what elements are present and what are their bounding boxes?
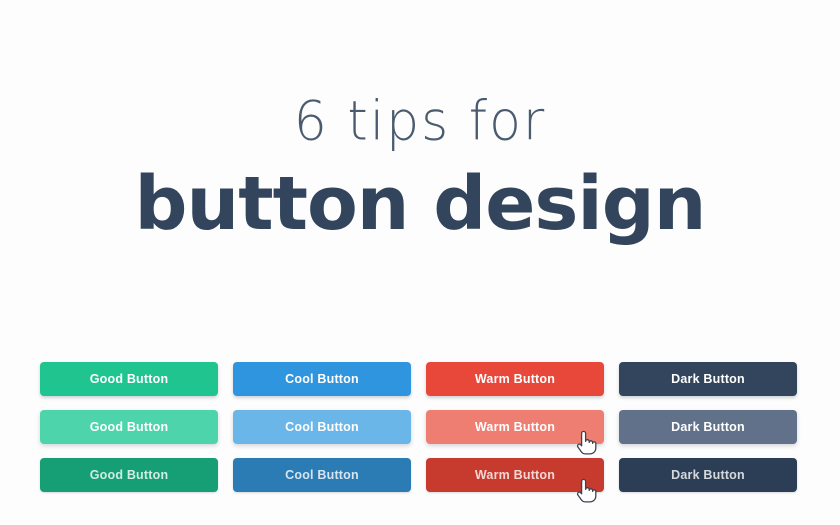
button-cell-cool-normal: Cool Button [233, 362, 411, 396]
button-cell-good-hover: Good Button [40, 410, 218, 444]
cool-button-label: Cool Button [285, 420, 359, 434]
good-button-label: Good Button [89, 372, 169, 386]
button-row-pressed: Good Button Cool Button Warm Button Dark B… [40, 458, 800, 503]
warm-button-normal[interactable]: Warm Button [426, 362, 604, 396]
page-title: button design [134, 161, 707, 247]
good-button-label: Good Button [89, 468, 169, 482]
page-heading: 6 tips for button design [0, 90, 840, 247]
button-cell-dark-hover: Dark Button [619, 410, 797, 444]
dark-button-label: Dark Button [671, 420, 745, 434]
button-cell-good-normal: Good Button [40, 362, 218, 396]
button-cell-warm-hover: Warm Button [426, 410, 604, 455]
button-cell-dark-normal: Dark Button [619, 362, 797, 396]
warm-button-pressed[interactable]: Warm Button [426, 458, 604, 492]
dark-button-pressed[interactable]: Dark Button [619, 458, 797, 492]
good-button-normal[interactable]: Good Button [40, 362, 218, 396]
warm-button-hover[interactable]: Warm Button [426, 410, 604, 444]
warm-button-label: Warm Button [474, 420, 556, 434]
cool-button-label: Cool Button [285, 468, 359, 482]
button-cell-good-pressed: Good Button [40, 458, 218, 492]
good-button-label: Good Button [89, 420, 169, 434]
button-row-normal: Good Button Cool Button Warm Button Dark Bu… [40, 362, 800, 396]
cool-button-normal[interactable]: Cool Button [233, 362, 411, 396]
cool-button-hover[interactable]: Cool Button [233, 410, 411, 444]
dark-button-label: Dark Button [671, 468, 745, 482]
heading-kicker: 6 tips for [293, 90, 547, 154]
cool-button-label: Cool Button [285, 372, 359, 386]
button-cell-cool-pressed: Cool Button [233, 458, 411, 492]
good-button-pressed[interactable]: Good Button [40, 458, 218, 492]
button-cell-warm-pressed: Warm Button [426, 458, 604, 503]
button-cell-cool-hover: Cool Button [233, 410, 411, 444]
cool-button-pressed[interactable]: Cool Button [233, 458, 411, 492]
good-button-hover[interactable]: Good Button [40, 410, 218, 444]
warm-button-label: Warm Button [474, 468, 556, 482]
button-cell-dark-pressed: Dark Button [619, 458, 797, 492]
button-showcase-grid: Good Button Cool Button Warm Button Dark Bu… [40, 362, 800, 503]
warm-button-label: Warm Button [474, 372, 556, 386]
dark-button-hover[interactable]: Dark Button [619, 410, 797, 444]
button-cell-warm-normal: Warm Button [426, 362, 604, 396]
dark-button-normal[interactable]: Dark Button [619, 362, 797, 396]
button-row-hover: Good Button Cool Button Warm Button Dark B… [40, 410, 800, 455]
dark-button-label: Dark Button [671, 372, 745, 386]
page-root: 6 tips for button design Good Button Cool… [0, 0, 840, 525]
